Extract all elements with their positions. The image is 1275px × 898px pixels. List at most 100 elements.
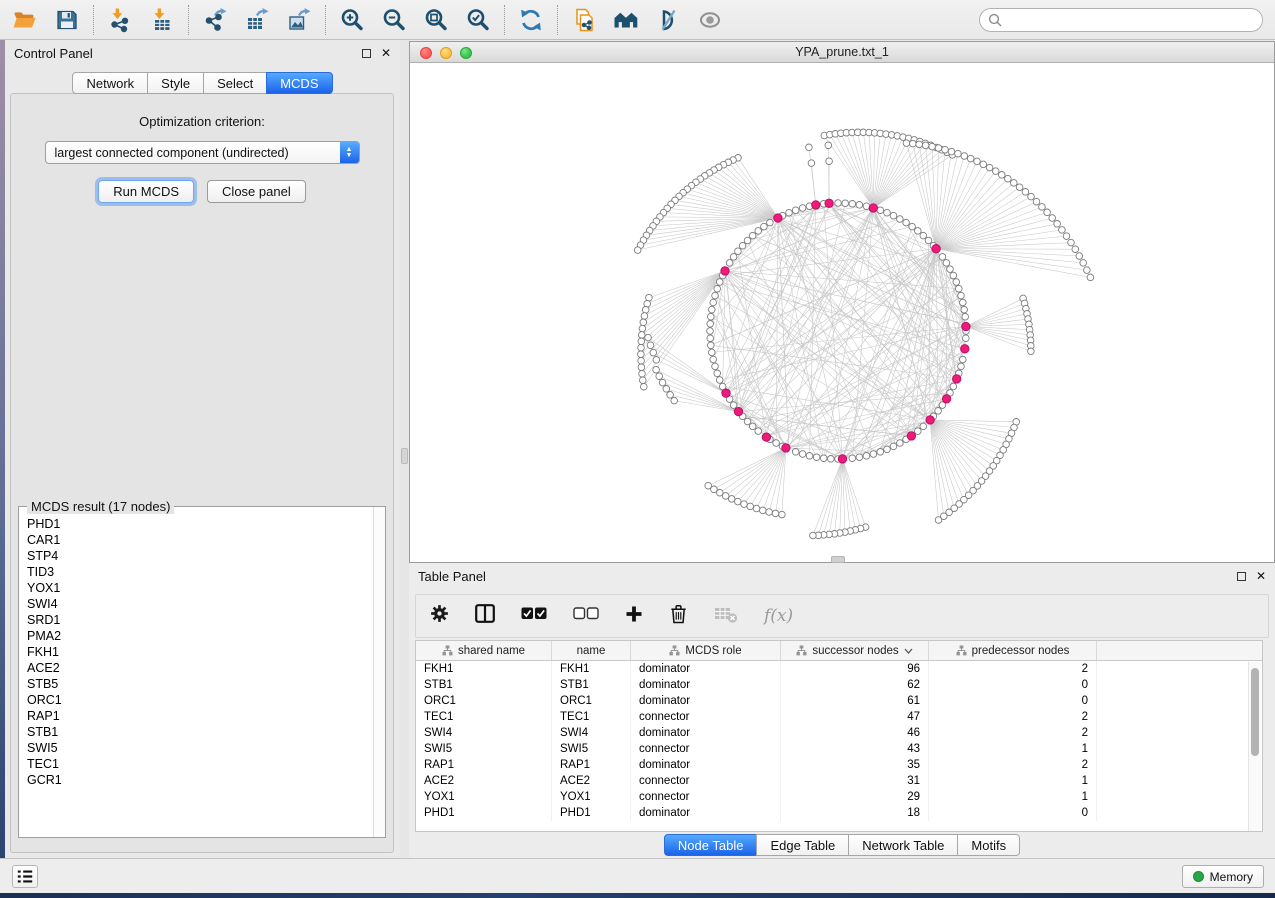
search-input[interactable] xyxy=(1007,13,1254,27)
deselect-all-button[interactable] xyxy=(573,607,599,625)
network-window-titlebar[interactable]: YPA_prune.txt_1 xyxy=(410,42,1274,63)
zoom-in-icon xyxy=(339,7,365,33)
export-network-button[interactable] xyxy=(194,3,236,37)
table-cell: RAP1 xyxy=(552,757,631,773)
export-table-button[interactable] xyxy=(236,3,278,37)
table-row[interactable]: SWI4SWI4dominator462 xyxy=(416,725,1262,741)
function-builder-button[interactable]: f(x) xyxy=(764,606,793,626)
tab-mcds[interactable]: MCDS xyxy=(266,72,332,94)
import-table-button[interactable] xyxy=(141,3,183,37)
splitter-handle[interactable] xyxy=(401,448,408,464)
show-hide-button[interactable] xyxy=(689,3,731,37)
mcds-result-item[interactable]: STB1 xyxy=(27,724,372,740)
column-header-predecessor-nodes[interactable]: predecessor nodes xyxy=(929,641,1097,660)
vertical-splitter[interactable] xyxy=(400,40,409,858)
mcds-result-item[interactable]: YOX1 xyxy=(27,580,372,596)
table-row[interactable]: RAP1RAP1dominator352 xyxy=(416,757,1262,773)
table-cell: dominator xyxy=(631,661,781,677)
close-panel-icon[interactable]: ✕ xyxy=(381,46,391,60)
tab-node-table[interactable]: Node Table xyxy=(664,834,758,856)
table-cell: FKH1 xyxy=(416,661,552,677)
table-row[interactable]: STB1STB1dominator620 xyxy=(416,677,1262,693)
table-vertical-scrollbar[interactable] xyxy=(1248,662,1261,832)
network-canvas[interactable] xyxy=(410,63,1274,562)
mcds-result-item[interactable]: ACE2 xyxy=(27,660,372,676)
column-header-name[interactable]: name xyxy=(552,641,631,660)
zoom-fit-button[interactable] xyxy=(415,3,457,37)
criterion-dropdown[interactable]: largest connected component (undirected)… xyxy=(45,141,360,164)
table-row[interactable]: TEC1TEC1connector472 xyxy=(416,709,1262,725)
close-panel-icon[interactable]: ✕ xyxy=(1256,569,1266,583)
refresh-button[interactable] xyxy=(510,3,552,37)
tab-network[interactable]: Network xyxy=(72,72,148,94)
mcds-result-item[interactable]: SWI4 xyxy=(27,596,372,612)
network-overview-button[interactable] xyxy=(605,3,647,37)
toggle-graphics-details-button[interactable] xyxy=(647,3,689,37)
clone-network-button[interactable] xyxy=(563,3,605,37)
mcds-result-item[interactable]: SWI5 xyxy=(27,740,372,756)
mcds-result-item[interactable]: GCR1 xyxy=(27,772,372,788)
table-row[interactable]: ACE2ACE2connector311 xyxy=(416,773,1262,789)
table-tabs: Node Table Edge Table Network Table Moti… xyxy=(409,834,1275,856)
column-header-shared-name[interactable]: shared name xyxy=(416,641,552,660)
add-column-button[interactable] xyxy=(625,605,643,628)
open-file-button[interactable] xyxy=(4,3,46,37)
mcds-result-item[interactable]: CAR1 xyxy=(27,532,372,548)
memory-button[interactable]: Memory xyxy=(1182,865,1264,888)
table-row[interactable]: ORC1ORC1dominator610 xyxy=(416,693,1262,709)
float-panel-icon[interactable] xyxy=(1237,572,1246,581)
table-row[interactable]: FKH1FKH1dominator962 xyxy=(416,661,1262,677)
search-field[interactable] xyxy=(979,8,1263,32)
zoom-out-button[interactable] xyxy=(373,3,415,37)
mcds-result-item[interactable]: STB5 xyxy=(27,676,372,692)
mcds-result-scrollbar[interactable] xyxy=(373,507,385,837)
mcds-result-item[interactable]: PHD1 xyxy=(27,516,372,532)
table-row[interactable]: SWI5SWI5connector431 xyxy=(416,741,1262,757)
zoom-selected-button[interactable] xyxy=(457,3,499,37)
save-session-button[interactable] xyxy=(46,3,88,37)
horizontal-splitter-handle[interactable] xyxy=(831,556,845,563)
column-header-successor-nodes[interactable]: successor nodes xyxy=(781,641,929,660)
export-image-button[interactable] xyxy=(278,3,320,37)
zoom-in-button[interactable] xyxy=(331,3,373,37)
delete-column-button[interactable] xyxy=(669,603,688,629)
tab-motifs[interactable]: Motifs xyxy=(957,834,1020,856)
show-column-button[interactable] xyxy=(475,604,495,628)
window-minimize-icon[interactable] xyxy=(440,47,452,59)
table-cell: FKH1 xyxy=(552,661,631,677)
window-close-icon[interactable] xyxy=(420,47,432,59)
select-all-button[interactable] xyxy=(521,607,547,625)
close-panel-button[interactable]: Close panel xyxy=(207,180,306,203)
table-row[interactable]: PHD1PHD1dominator180 xyxy=(416,805,1262,821)
run-mcds-button[interactable]: Run MCDS xyxy=(98,180,194,203)
export-image-icon xyxy=(286,7,312,33)
mcds-result-item[interactable]: TEC1 xyxy=(27,756,372,772)
table-body: FKH1FKH1dominator962STB1STB1dominator620… xyxy=(416,661,1262,821)
optimization-criterion-label: Optimization criterion: xyxy=(11,114,393,129)
scrollbar-thumb[interactable] xyxy=(1251,668,1259,756)
tab-select[interactable]: Select xyxy=(203,72,267,94)
mcds-result-item[interactable]: RAP1 xyxy=(27,708,372,724)
mcds-result-item[interactable]: ORC1 xyxy=(27,692,372,708)
tab-network-table[interactable]: Network Table xyxy=(848,834,958,856)
table-cell: 2 xyxy=(929,725,1097,741)
mcds-result-list[interactable]: PHD1CAR1STP4TID3YOX1SWI4SRD1PMA2FKH1ACE2… xyxy=(20,516,372,836)
mcds-result-item[interactable]: PMA2 xyxy=(27,628,372,644)
table-settings-button[interactable] xyxy=(430,604,449,628)
mcds-result-item[interactable]: FKH1 xyxy=(27,644,372,660)
window-maximize-icon[interactable] xyxy=(460,47,472,59)
table-panel: Table Panel ✕ xyxy=(409,563,1275,858)
table-row[interactable]: YOX1YOX1connector291 xyxy=(416,789,1262,805)
mcds-result-item[interactable]: STP4 xyxy=(27,548,372,564)
column-header-MCDS-role[interactable]: MCDS role xyxy=(631,641,781,660)
criterion-value: largest connected component (undirected) xyxy=(46,146,340,160)
task-history-button[interactable] xyxy=(12,865,38,888)
mcds-result-item[interactable]: TID3 xyxy=(27,564,372,580)
tab-style[interactable]: Style xyxy=(147,72,204,94)
memory-label: Memory xyxy=(1210,870,1253,884)
delete-table-button[interactable] xyxy=(714,605,738,628)
import-network-button[interactable] xyxy=(99,3,141,37)
float-panel-icon[interactable] xyxy=(362,49,371,58)
mcds-result-item[interactable]: SRD1 xyxy=(27,612,372,628)
tab-edge-table[interactable]: Edge Table xyxy=(756,834,849,856)
